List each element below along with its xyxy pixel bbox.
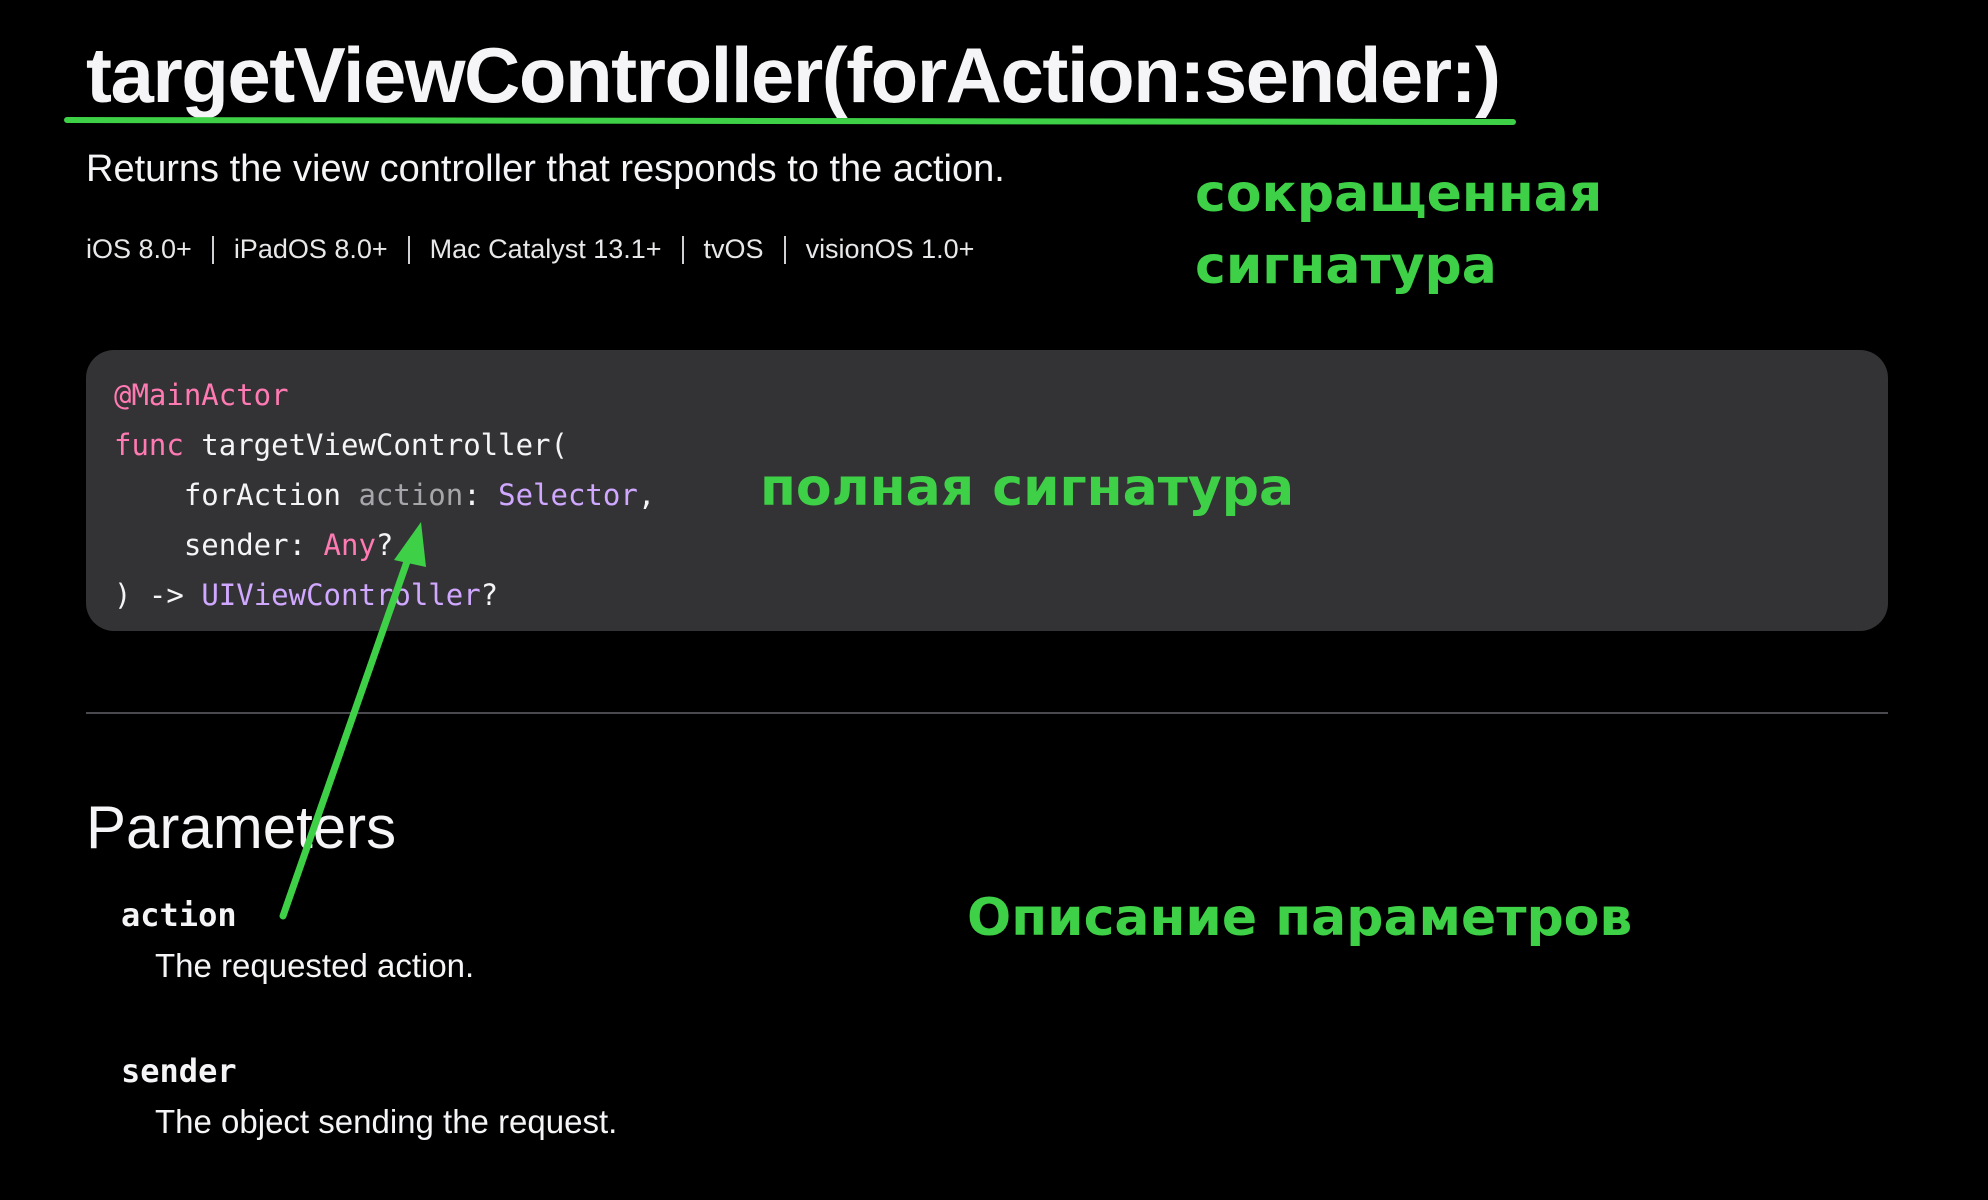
platform-availability-list: iOS 8.0+ iPadOS 8.0+ Mac Catalyst 13.1+ …	[86, 234, 974, 265]
parameter-name-sender: sender	[121, 1052, 237, 1090]
page-title: targetViewController(forAction:sender:)	[86, 31, 1501, 119]
code-optional-mark: ?	[480, 578, 499, 612]
code-func-keyword: func	[114, 428, 184, 462]
section-divider	[86, 712, 1888, 714]
code-label-sender: sender	[114, 528, 289, 562]
code-close-paren: ) ->	[114, 578, 202, 612]
code-return-type[interactable]: UIViewController	[201, 578, 480, 612]
platform-ios: iOS 8.0+	[86, 234, 192, 264]
annotation-parameters-description: Описание параметров	[967, 888, 1633, 948]
code-type-any: Any	[323, 528, 376, 562]
platform-visionos: visionOS 1.0+	[805, 234, 975, 264]
code-colon: :	[463, 478, 499, 512]
declaration-code: @MainActor func targetViewController( fo…	[114, 370, 655, 620]
parameters-heading: Parameters	[86, 794, 397, 861]
platform-tvos: tvOS	[703, 234, 764, 264]
code-attribute: @MainActor	[114, 378, 289, 412]
annotation-full-signature: полная сигнатура	[760, 458, 1295, 518]
parameter-name-action: action	[121, 896, 237, 934]
annotation-short-signature-line1: сокращенная	[1195, 164, 1603, 224]
platform-divider	[783, 235, 786, 264]
platform-mac-catalyst: Mac Catalyst 13.1+	[429, 234, 662, 264]
code-param-action: action	[358, 478, 464, 512]
platform-ipados: iPadOS 8.0+	[233, 234, 388, 264]
parameter-description-sender: The object sending the request.	[155, 1103, 618, 1140]
platform-divider	[211, 235, 214, 264]
platform-divider	[681, 235, 684, 264]
annotation-short-signature: сокращенная сигнатура	[1195, 158, 1602, 302]
abstract-text: Returns the view controller that respond…	[86, 148, 1005, 190]
code-func-name: targetViewController(	[183, 428, 568, 462]
platform-divider	[407, 235, 410, 264]
code-type-selector[interactable]: Selector	[498, 478, 638, 512]
parameter-description-action: The requested action.	[155, 947, 475, 984]
code-comma: ,	[637, 478, 656, 512]
code-colon: :	[288, 528, 324, 562]
code-label-for-action: forAction	[114, 478, 359, 512]
code-optional-mark: ?	[375, 528, 394, 562]
title-underline-annotation	[63, 116, 1517, 126]
annotation-short-signature-line2: сигнатура	[1195, 236, 1497, 296]
